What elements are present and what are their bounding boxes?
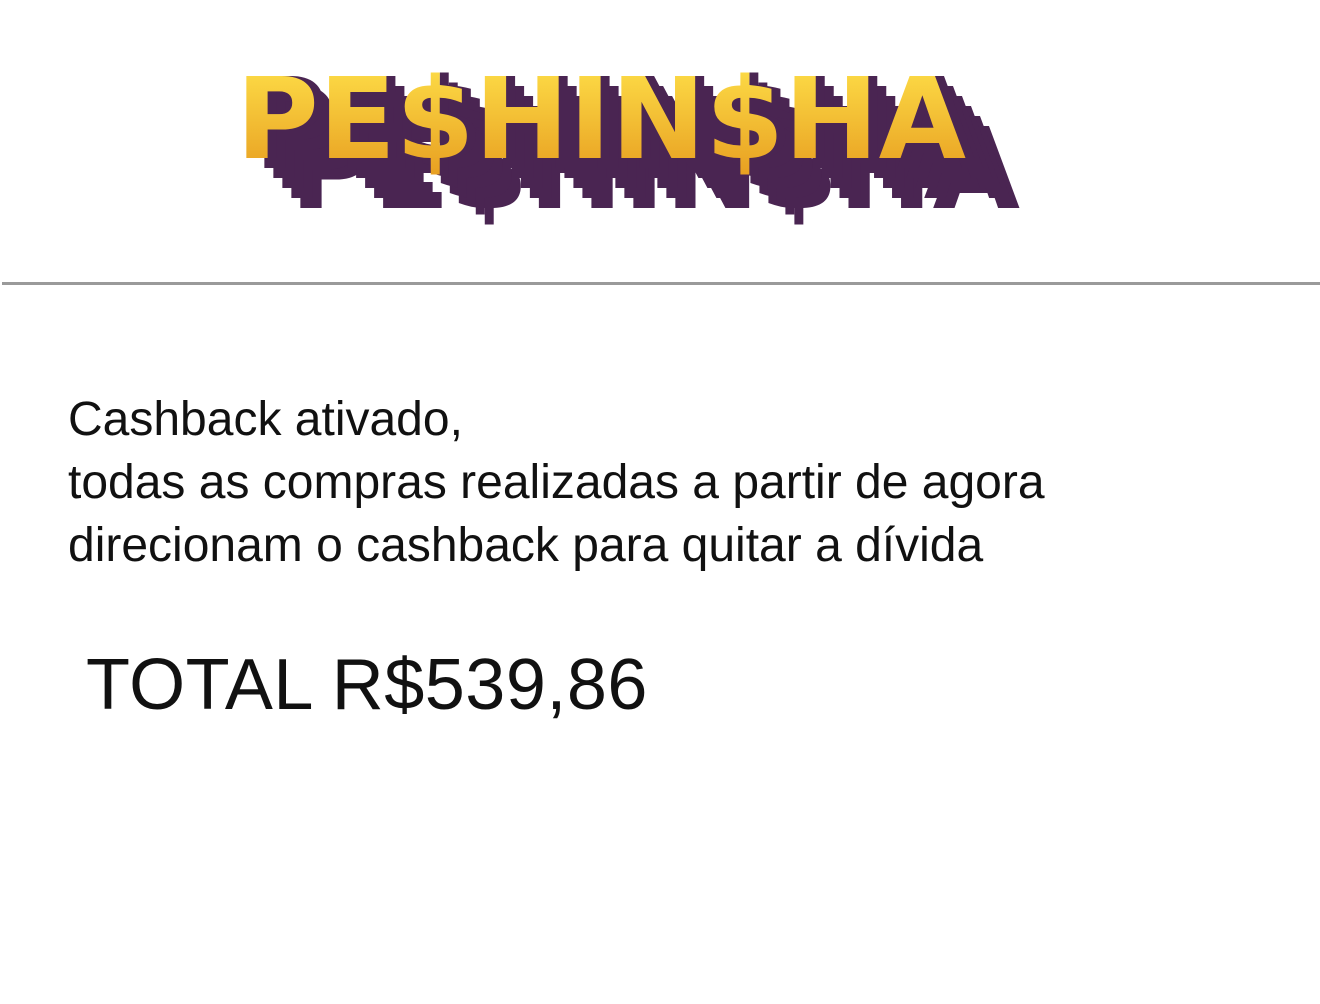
logo: PE$HIN$HA PE$HIN$HA PE$HIN$HA PE$HIN$HA … bbox=[236, 55, 1036, 235]
total-amount: TOTAL R$539,86 bbox=[86, 645, 648, 725]
logo-wordmark: PE$HIN$HA bbox=[236, 55, 966, 185]
message-line-1: Cashback ativado, bbox=[68, 393, 463, 446]
cashback-message: Cashback ativado, todas as compras reali… bbox=[68, 388, 1298, 577]
message-line-2: todas as compras realizadas a partir de … bbox=[68, 456, 1045, 509]
logo-graphic: PE$HIN$HA PE$HIN$HA PE$HIN$HA PE$HIN$HA … bbox=[236, 55, 1020, 235]
message-line-3: direcionam o cashback para quitar a dívi… bbox=[68, 519, 984, 572]
header-divider bbox=[2, 282, 1320, 285]
